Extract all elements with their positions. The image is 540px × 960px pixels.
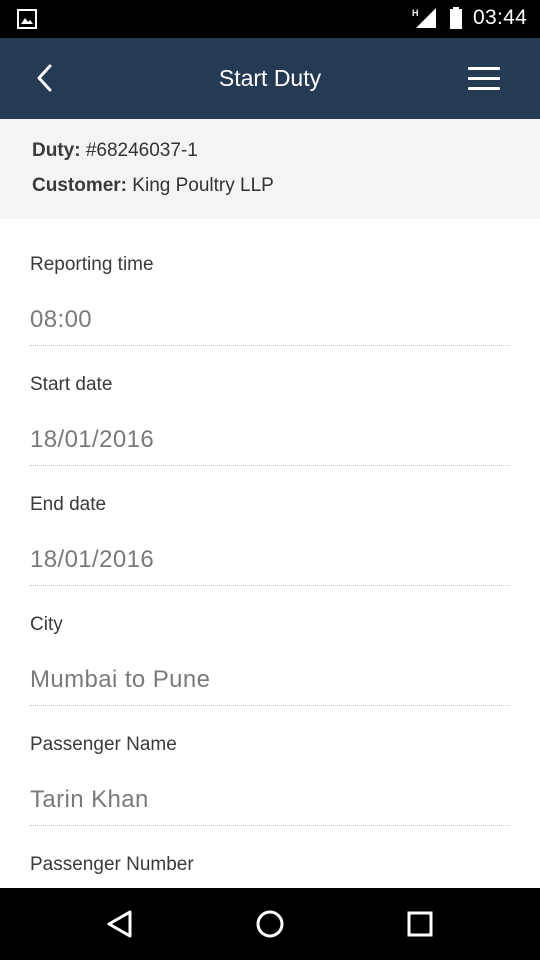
start-date-input[interactable]: 18/01/2016 bbox=[30, 426, 154, 454]
gallery-icon bbox=[17, 9, 37, 34]
customer-row: Customer: King Poultry LLP bbox=[32, 175, 274, 197]
field-label: Reporting time bbox=[30, 254, 154, 275]
hamburger-menu-icon bbox=[468, 67, 500, 90]
field-label: Passenger Name bbox=[30, 734, 177, 755]
duty-summary: Duty: #68246037-1 Customer: King Poultry… bbox=[0, 119, 540, 219]
end-date-input[interactable]: 18/01/2016 bbox=[30, 546, 154, 574]
field-label: End date bbox=[30, 494, 107, 515]
nav-back-button[interactable] bbox=[102, 906, 138, 942]
reporting-time-field[interactable]: Reporting time 08:00 bbox=[30, 219, 510, 346]
start-date-field[interactable]: Start date 18/01/2016 bbox=[30, 339, 510, 466]
system-nav-bar bbox=[0, 888, 540, 960]
customer-label: Customer: bbox=[32, 175, 128, 196]
network-type-label: H bbox=[412, 8, 419, 18]
duty-row: Duty: #68246037-1 bbox=[32, 140, 198, 162]
passenger-name-input[interactable]: Tarin Khan bbox=[30, 786, 149, 814]
nav-recents-button[interactable] bbox=[402, 906, 438, 942]
nav-home-button[interactable] bbox=[252, 906, 288, 942]
reporting-time-input[interactable]: 08:00 bbox=[30, 306, 92, 334]
passenger-number-field[interactable]: Passenger Number bbox=[30, 819, 510, 888]
page-title: Start Duty bbox=[218, 65, 322, 91]
app-bar: Start Duty bbox=[0, 38, 540, 119]
field-label: City bbox=[30, 614, 63, 635]
recents-square-icon bbox=[407, 911, 433, 937]
menu-button[interactable] bbox=[462, 63, 506, 95]
duty-label: Duty: bbox=[32, 140, 81, 161]
city-field[interactable]: City Mumbai to Pune bbox=[30, 579, 510, 706]
end-date-field[interactable]: End date 18/01/2016 bbox=[30, 459, 510, 586]
signal-icon: H bbox=[412, 7, 438, 34]
duty-value: #68246037-1 bbox=[85, 140, 198, 161]
customer-value: King Poultry LLP bbox=[132, 175, 274, 196]
status-bar: H 03:44 bbox=[0, 0, 540, 38]
city-input[interactable]: Mumbai to Pune bbox=[30, 666, 210, 694]
back-triangle-icon bbox=[107, 910, 132, 938]
home-circle-icon bbox=[256, 910, 284, 938]
field-label: Start date bbox=[30, 374, 113, 395]
status-clock: 03:44 bbox=[473, 6, 528, 29]
field-label: Passenger Number bbox=[30, 854, 194, 875]
duty-form: Reporting time 08:00 Start date 18/01/20… bbox=[0, 219, 540, 888]
passenger-name-field[interactable]: Passenger Name Tarin Khan bbox=[30, 699, 510, 826]
battery-icon bbox=[449, 7, 463, 34]
